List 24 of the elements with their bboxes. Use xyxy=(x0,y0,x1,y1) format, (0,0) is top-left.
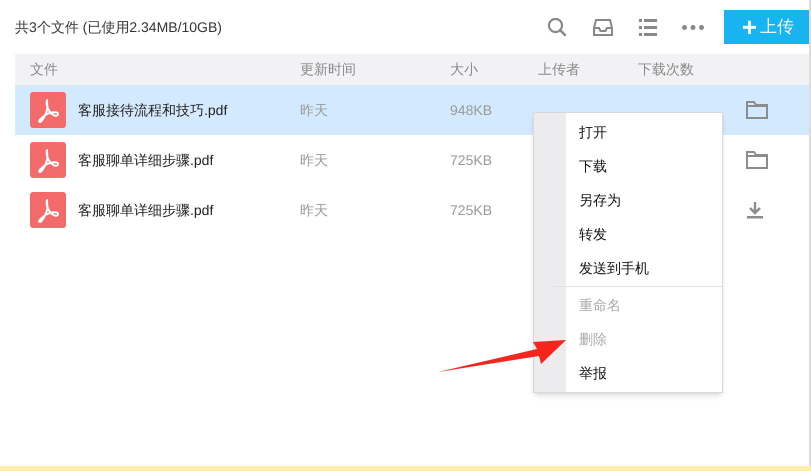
list-icon[interactable] xyxy=(639,18,657,36)
pdf-file-icon xyxy=(30,92,66,128)
updated-time: 昨天 xyxy=(300,102,328,118)
folder-icon[interactable] xyxy=(746,151,768,169)
inbox-icon[interactable] xyxy=(593,18,613,36)
menu-item[interactable]: 发送到手机 xyxy=(579,258,649,278)
file-name[interactable]: 客服聊单详细步骤.pdf xyxy=(78,150,214,170)
download-icon[interactable] xyxy=(746,201,764,219)
pdf-file-icon xyxy=(30,192,66,228)
updated-time: 昨天 xyxy=(300,202,328,218)
updated-time: 昨天 xyxy=(300,152,328,168)
file-size: 725KB xyxy=(450,202,492,218)
file-size: 725KB xyxy=(450,152,492,168)
pdf-file-icon xyxy=(30,142,66,178)
search-icon[interactable] xyxy=(547,17,567,37)
file-size: 948KB xyxy=(450,102,492,118)
menu-item[interactable]: 另存为 xyxy=(579,190,621,210)
file-name[interactable]: 客服接待流程和技巧.pdf xyxy=(78,100,228,120)
menu-item[interactable]: 举报 xyxy=(579,362,607,384)
more-icon[interactable] xyxy=(682,24,704,30)
file-summary: 共3个文件 (已使用2.34MB/10GB) xyxy=(15,18,223,37)
menu-item[interactable]: 下载 xyxy=(579,156,607,176)
file-name[interactable]: 客服聊单详细步骤.pdf xyxy=(78,200,214,220)
folder-icon[interactable] xyxy=(746,101,768,119)
